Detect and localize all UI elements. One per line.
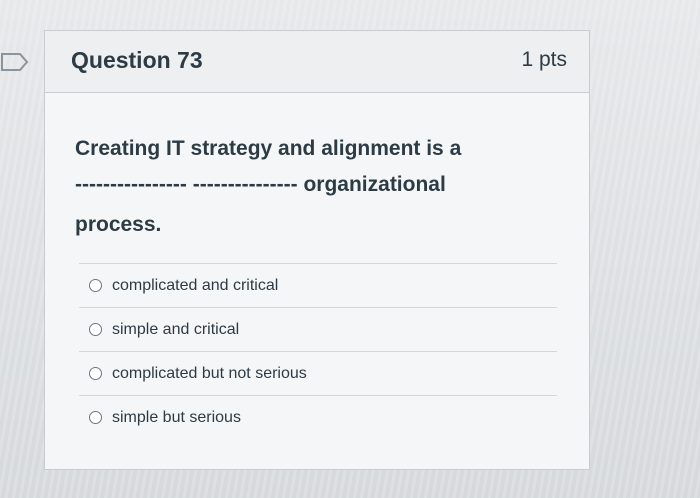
radio-button-icon[interactable] bbox=[89, 367, 102, 380]
answer-option[interactable]: complicated and critical bbox=[79, 263, 557, 307]
question-text-line2: ---------------- --------------- organiz… bbox=[75, 167, 555, 203]
bookmark-flag-icon[interactable] bbox=[0, 50, 30, 74]
answer-option-label: simple and critical bbox=[112, 320, 240, 338]
answer-option-label: simple but serious bbox=[112, 408, 241, 426]
answer-option-label: complicated and critical bbox=[112, 276, 279, 294]
question-text-line1: Creating IT strategy and alignment is a bbox=[75, 137, 462, 160]
answer-options: complicated and critical simple and crit… bbox=[79, 263, 557, 439]
question-blank: ---------------- --------------- bbox=[75, 173, 298, 196]
answer-option[interactable]: simple but serious bbox=[79, 395, 557, 439]
radio-button-icon[interactable] bbox=[89, 279, 102, 292]
answer-option-label: complicated but not serious bbox=[112, 364, 307, 382]
question-card: Question 73 1 pts Creating IT strategy a… bbox=[44, 30, 590, 470]
question-header: Question 73 1 pts bbox=[45, 31, 589, 93]
answer-option[interactable]: complicated but not serious bbox=[79, 351, 557, 395]
question-text-line3: process. bbox=[75, 213, 162, 236]
question-points: 1 pts bbox=[521, 48, 567, 71]
radio-button-icon[interactable] bbox=[89, 323, 102, 336]
answer-option[interactable]: simple and critical bbox=[79, 307, 557, 351]
question-text: Creating IT strategy and alignment is a … bbox=[75, 131, 555, 243]
question-title: Question 73 bbox=[71, 47, 203, 73]
radio-button-icon[interactable] bbox=[89, 411, 102, 424]
question-text-line2-tail: organizational bbox=[303, 173, 446, 196]
